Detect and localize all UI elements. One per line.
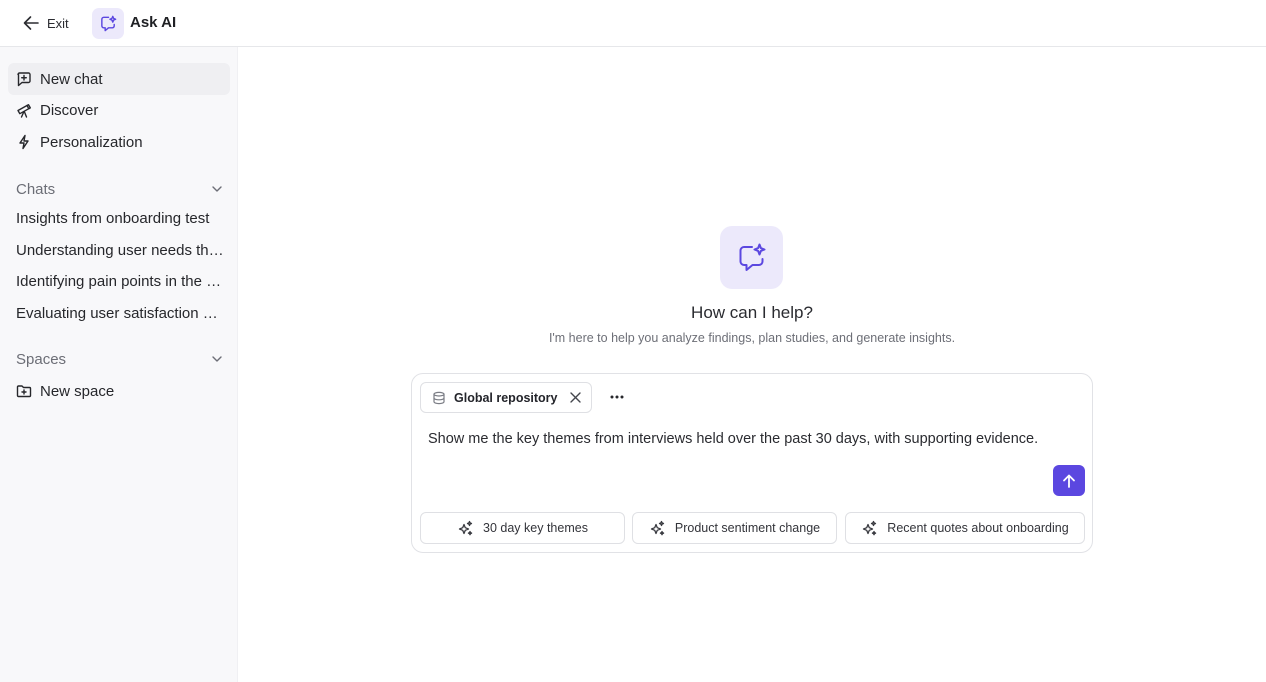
telescope-icon [17, 104, 31, 118]
message-plus-icon [17, 72, 31, 87]
close-icon[interactable] [569, 391, 582, 404]
source-chip[interactable]: Global repository [420, 382, 592, 413]
ask-ai-logo [92, 8, 124, 39]
database-icon [433, 391, 445, 404]
chevron-down-icon [212, 186, 222, 192]
sidebar-item-discover[interactable]: Discover [8, 94, 230, 126]
chevron-down-icon [212, 356, 222, 362]
sidebar-item-label: Discover [40, 101, 99, 119]
spaces-section-header[interactable]: Spaces [16, 348, 224, 370]
sparkles-icon [863, 520, 877, 535]
chat-sparkle-icon [100, 15, 116, 32]
hero-subtitle: I'm here to help you analyze findings, p… [548, 331, 956, 345]
new-space-button[interactable]: New space [8, 375, 230, 407]
source-chip-label: Global repository [454, 390, 558, 405]
chat-item[interactable]: Understanding user needs through intervi… [16, 241, 224, 261]
suggestion-label: Recent quotes about onboarding [887, 521, 1069, 535]
sidebar-item-new-chat[interactable]: New chat [8, 63, 230, 95]
chat-item[interactable]: Insights from onboarding test [16, 209, 224, 229]
lightning-icon [19, 134, 29, 150]
more-horizontal-icon [610, 395, 624, 399]
suggestion-button[interactable]: 30 day key themes [420, 512, 625, 544]
folder-plus-icon [16, 385, 32, 398]
spaces-section-title: Spaces [16, 350, 67, 368]
sidebar: New chat Discover Personalization Chats … [0, 47, 238, 682]
arrow-left-icon [23, 16, 39, 30]
ask-ai-hero-icon [720, 226, 783, 289]
app-title: Ask AI [130, 14, 177, 31]
suggestion-button[interactable]: Product sentiment change [632, 512, 837, 544]
sidebar-item-label: Personalization [40, 133, 143, 151]
exit-button[interactable]: Exit [22, 13, 69, 33]
chats-section-header[interactable]: Chats [16, 178, 224, 200]
exit-label: Exit [47, 15, 69, 31]
chats-section-title: Chats [16, 180, 56, 198]
sidebar-item-label: New chat [40, 70, 103, 88]
sparkles-icon [650, 520, 665, 535]
hero-title: How can I help? [691, 303, 813, 322]
more-options-button[interactable] [606, 388, 628, 406]
sidebar-item-personalization[interactable]: Personalization [8, 126, 230, 158]
arrow-up-icon [1063, 474, 1075, 488]
sparkles-icon [458, 520, 473, 535]
prompt-composer: Global repository Show me the key themes… [411, 373, 1093, 553]
suggestion-button[interactable]: Recent quotes about onboarding [845, 512, 1085, 544]
top-bar: Exit Ask AI [0, 0, 1266, 47]
chat-item[interactable]: Evaluating user satisfaction with new fe… [16, 304, 224, 324]
suggestion-label: 30 day key themes [483, 521, 588, 535]
chat-item[interactable]: Identifying pain points in the checkout … [16, 272, 224, 292]
new-space-label: New space [40, 382, 115, 400]
suggestion-label: Product sentiment change [674, 521, 821, 535]
prompt-input[interactable]: Show me the key themes from interviews h… [428, 431, 1038, 447]
send-button[interactable] [1053, 465, 1085, 496]
chat-sparkle-icon [739, 243, 765, 271]
